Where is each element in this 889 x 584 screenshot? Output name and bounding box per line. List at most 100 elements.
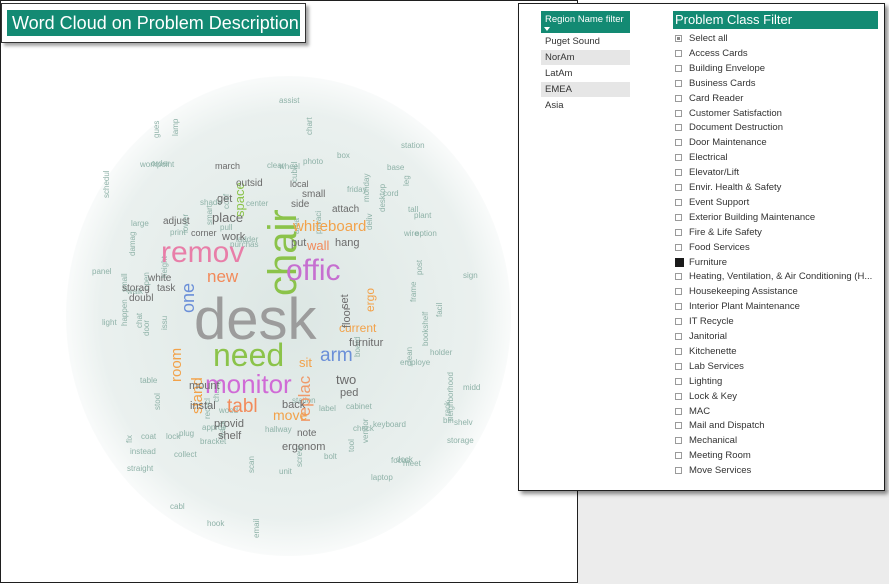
checkbox[interactable] [675,422,682,430]
checkbox[interactable] [675,303,682,311]
cloud-word-need[interactable]: need [213,339,284,371]
cloud-word-small[interactable]: tool [347,439,356,452]
cloud-word-arm[interactable]: arm [320,346,353,365]
cloud-word-note[interactable]: note [297,429,316,439]
class-filter-item[interactable]: Event Support [675,196,882,210]
cloud-word-small[interactable]: base [387,164,404,172]
cloud-word-small[interactable]: friday [347,186,367,194]
cloud-word-put[interactable]: put [291,238,306,249]
class-filter-item[interactable]: Mail and Dispatch [675,419,882,433]
class-filter-item[interactable]: Janitorial [675,330,882,344]
cloud-word-small[interactable]: leg [402,175,411,186]
checkbox[interactable] [675,49,682,57]
region-filter-header[interactable]: Region Name filter [541,11,630,33]
class-filter-item[interactable]: Elevator/Lift [675,166,882,180]
cloud-word-small[interactable]: neighborhood [446,372,455,421]
cloud-word-small[interactable]: issu [160,316,169,330]
cloud-word-small[interactable]: lamp [171,119,180,136]
cloud-word-small[interactable]: scan [247,456,256,473]
cloud-word-storag[interactable]: storag [122,284,150,294]
cloud-word-mount[interactable]: mount [189,381,220,392]
cloud-word-small[interactable]: instead [130,448,156,456]
checkbox[interactable] [675,139,682,147]
class-filter-item[interactable]: Lab Services [675,360,882,374]
cloud-word-small[interactable]: small [302,190,325,200]
checkbox[interactable] [675,257,684,267]
cloud-word-small[interactable]: holder [430,349,452,357]
cloud-word-march[interactable]: march [215,162,240,171]
cloud-word-small[interactable]: sign [463,272,478,280]
class-filter-item[interactable]: IT Recycle [675,315,882,329]
cloud-word-small[interactable]: fix [125,435,134,443]
cloud-word-small[interactable]: keyboard [373,421,406,429]
class-filter-item[interactable]: Customer Satisfaction [675,107,882,121]
cloud-word-small[interactable]: light [102,319,117,327]
cloud-word-small[interactable]: desktop [378,184,387,212]
class-filter-item[interactable]: Business Cards [675,77,882,91]
class-filter-item[interactable]: Move Services [675,464,882,478]
cloud-word-small[interactable]: large [131,220,149,228]
class-filter-item[interactable]: Access Cards [675,47,882,61]
cloud-word-ergo[interactable]: ergo [363,288,377,312]
cloud-word-small[interactable]: frame [409,282,418,302]
class-filter-item[interactable]: Card Reader [675,92,882,106]
cloud-word-small[interactable]: hook [207,520,224,528]
region-item-asia[interactable]: Asia [541,98,630,113]
cloud-word-small[interactable]: hallway [265,426,292,434]
cloud-word-small[interactable]: bin [443,417,454,425]
checkbox[interactable] [675,79,682,87]
cloud-word-small[interactable]: meet [403,460,421,468]
cloud-word-sit[interactable]: sit [299,356,312,369]
class-filter-item[interactable]: Envir. Health & Safety [675,181,882,195]
cloud-word-small[interactable]: wire [404,230,419,238]
cloud-word-ped[interactable]: ped [340,388,358,399]
cloud-word-white[interactable]: white [148,274,171,284]
class-filter-item[interactable]: Heating, Ventilation, & Air Conditioning… [675,270,882,284]
cloud-word-small[interactable]: tall [408,206,418,214]
cloud-word-work[interactable]: work [222,232,245,243]
checkbox[interactable] [675,198,682,206]
class-filter-item[interactable]: Lighting [675,375,882,389]
cloud-word-small[interactable]: plug [179,430,194,438]
checkbox[interactable] [675,124,682,132]
cloud-word-provid[interactable]: provid [214,419,244,430]
checkbox[interactable] [675,377,682,385]
class-filter-item[interactable]: Mechanical [675,434,882,448]
cloud-word-side[interactable]: side [291,200,309,210]
checkbox[interactable] [675,213,682,221]
checkbox[interactable] [675,362,682,370]
class-filter-item[interactable]: Lock & Key [675,390,882,404]
cloud-word-small[interactable]: laptop [371,474,393,482]
checkbox[interactable] [675,392,682,400]
cloud-word-doubl[interactable]: doubl [129,294,153,304]
cloud-word-back[interactable]: back [282,400,305,411]
cloud-word-small[interactable]: email [252,519,261,538]
class-filter-item[interactable]: Interior Plant Maintenance [675,300,882,314]
cloud-word-small[interactable]: shelv [454,419,473,427]
checkbox[interactable] [675,452,682,460]
cloud-word-small[interactable]: center [246,200,268,208]
cloud-word-small[interactable]: unit [279,468,292,476]
cloud-word-small[interactable]: damag [128,232,137,256]
checkbox[interactable] [675,184,682,191]
cloud-word-outsid[interactable]: outsid [236,179,263,189]
cloud-word-small[interactable]: facil [435,303,444,317]
cloud-word-small[interactable]: coat [141,433,156,441]
checkbox[interactable] [675,109,682,117]
cloud-word-attach[interactable]: attach [332,205,359,215]
checkbox[interactable] [675,467,682,475]
cloud-word-small[interactable]: lock [166,433,180,441]
cloud-word-small[interactable]: bookshelf [421,312,430,346]
class-filter-item[interactable]: MAC [675,405,882,419]
cloud-word-small[interactable]: collect [174,451,197,459]
cloud-word-shelf[interactable]: shelf [218,431,241,442]
cloud-word-small[interactable]: assist [279,97,299,105]
class-filter-item[interactable]: Building Envelope [675,62,882,76]
cloud-word-small[interactable]: label [319,405,336,413]
class-filter-item[interactable]: Electrical [675,151,882,165]
region-item-emea[interactable]: EMEA [541,82,630,97]
class-filter-item[interactable]: Housekeeping Assistance [675,285,882,299]
cloud-word-task[interactable]: task [157,284,175,294]
cloud-word-small[interactable]: gues [152,121,161,138]
cloud-word-small[interactable]: post [415,260,424,275]
